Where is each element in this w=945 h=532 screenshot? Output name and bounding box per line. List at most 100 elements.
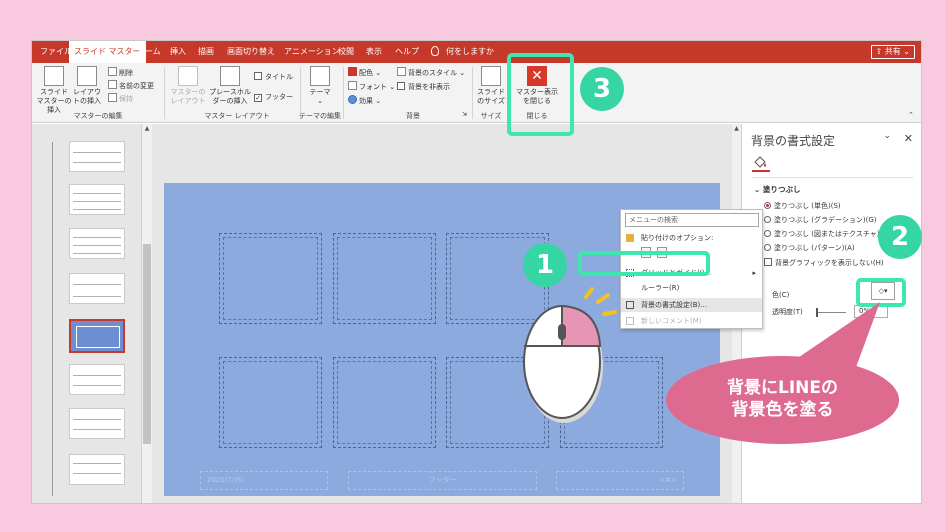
ribbon: スライド マスターの挿入 レイアウトの挿入 削除 名前の変更 保持 マスターの編… xyxy=(32,63,921,123)
fill-section-header[interactable]: ⌄ 塗りつぶし xyxy=(754,184,800,195)
pane-options-chevron-icon[interactable]: ⌄ xyxy=(883,131,891,141)
background-styles-dropdown[interactable]: 背景のスタイル ⌄ xyxy=(397,67,465,79)
tab-file[interactable]: ファイル xyxy=(40,41,72,63)
highlight-close-master xyxy=(507,53,574,136)
group-label-master-layout: マスター レイアウト xyxy=(204,112,270,120)
share-button[interactable]: ⇪ 共有 ⌄ xyxy=(870,45,915,59)
fill-pattern-radio[interactable]: 塗りつぶし (パターン)(A) xyxy=(764,242,855,254)
hide-background-graphics-checkbox[interactable]: 背景グラフィックを表示しない(H) xyxy=(764,257,884,269)
footer-checkbox[interactable]: ✓ フッター xyxy=(254,91,293,103)
radio-empty-icon xyxy=(764,230,771,237)
tab-view[interactable]: 表示 xyxy=(366,41,382,63)
layout-thumbnail[interactable] xyxy=(69,228,125,259)
title-checkbox-label: タイトル xyxy=(265,73,293,81)
group-label-size: サイズ xyxy=(480,112,502,120)
slide-thumbnail-pane xyxy=(32,124,142,503)
tab-home[interactable]: ホーム xyxy=(137,41,161,63)
insert-placeholder-button[interactable]: プレースホルダーの挿入 xyxy=(208,66,252,106)
pane-close-icon[interactable]: ✕ xyxy=(904,132,913,145)
layout-thumbnail[interactable] xyxy=(69,184,125,215)
step-3-badge: 3 xyxy=(580,67,624,111)
footer-checkbox-label: フッター xyxy=(265,93,293,101)
tab-review[interactable]: 校閲 xyxy=(338,41,354,63)
mouse-right-click-icon xyxy=(523,287,617,423)
colors-dropdown[interactable]: 配色 ⌄ xyxy=(348,67,381,79)
thumbnail-scrollbar[interactable]: ▲ xyxy=(142,124,152,503)
content-placeholder[interactable] xyxy=(219,357,322,448)
scroll-up-icon[interactable]: ▲ xyxy=(142,124,152,134)
colors-label: 配色 xyxy=(359,69,373,77)
master-layout-icon xyxy=(178,66,198,86)
fonts-label: フォント xyxy=(359,83,387,91)
collapse-ribbon-icon[interactable]: ⌃ xyxy=(908,109,914,121)
fonts-dropdown[interactable]: フォント ⌄ xyxy=(348,81,395,93)
master-layout-button: マスターのレイアウト xyxy=(170,66,206,106)
fill-picture-radio[interactable]: 塗りつぶし (図またはテクスチャ)(P) xyxy=(764,228,889,240)
scroll-up-icon[interactable]: ▲ xyxy=(732,124,741,134)
fill-gradient-radio[interactable]: 塗りつぶし (グラデーション)(G) xyxy=(764,214,877,226)
tab-transitions[interactable]: 画面切り替え xyxy=(227,41,275,63)
group-label-master-edit: マスターの編集 xyxy=(73,112,123,120)
instruction-callout: 背景にLINEの 背景色を塗る xyxy=(666,356,899,444)
content-placeholder[interactable] xyxy=(333,233,436,324)
theme-button[interactable]: テーマ ⌄ xyxy=(306,66,334,106)
thumbnail-grid-preview xyxy=(76,326,120,348)
paste-options-text: 貼り付けのオプション: xyxy=(641,234,714,242)
preserve-icon xyxy=(108,93,117,102)
tab-draw[interactable]: 描画 xyxy=(198,41,214,63)
menu-item-ruler[interactable]: ルーラー(R) xyxy=(621,281,762,295)
fill-solid-radio[interactable]: 塗りつぶし (単色)(S) xyxy=(764,200,841,212)
context-menu-search[interactable]: メニューの検索 xyxy=(625,213,759,227)
insert-placeholder-label: プレースホルダーの挿入 xyxy=(209,88,251,105)
lightbulb-icon xyxy=(431,46,439,56)
slide-number-placeholder[interactable]: <#> xyxy=(556,471,684,490)
tab-animations[interactable]: アニメーション xyxy=(284,41,340,63)
layout-thumbnail[interactable] xyxy=(69,408,125,439)
dialog-launcher-icon[interactable]: ⇲ xyxy=(462,109,467,121)
radio-empty-icon xyxy=(764,244,771,251)
preserve-button[interactable]: 保持 xyxy=(108,93,133,105)
fill-section-label: 塗りつぶし xyxy=(762,185,801,194)
content-placeholder[interactable] xyxy=(219,233,322,324)
tell-me-search[interactable]: 何をしますか xyxy=(446,41,494,63)
callout-text-line-2: 背景色を塗る xyxy=(731,400,834,420)
insert-layout-button[interactable]: レイアウトの挿入 xyxy=(72,66,102,106)
step-1-badge: 1 xyxy=(523,243,567,287)
insert-slide-master-button[interactable]: スライド マスターの挿入 xyxy=(36,66,72,115)
paint-bucket-icon xyxy=(754,156,766,168)
effects-dropdown[interactable]: 効果 ⌄ xyxy=(348,95,381,107)
menu-item-format-background[interactable]: 背景の書式設定(B)... xyxy=(621,298,762,312)
hide-background-checkbox[interactable]: 背景を非表示 xyxy=(397,81,450,93)
menu-item-new-comment[interactable]: 新しいコメント(M) xyxy=(621,314,762,328)
background-style-icon xyxy=(397,67,406,76)
layout-thumbnail[interactable] xyxy=(69,454,125,485)
layout-thumbnail[interactable] xyxy=(69,273,125,304)
fill-tab[interactable] xyxy=(752,155,770,172)
rename-label: 名前の変更 xyxy=(119,82,154,90)
delete-button[interactable]: 削除 xyxy=(108,67,133,79)
slide-size-button[interactable]: スライドのサイズ xyxy=(476,66,506,106)
color-palette-icon xyxy=(348,67,357,76)
pane-divider xyxy=(752,177,913,178)
hide-background-graphics-label: 背景グラフィックを表示しない(H) xyxy=(775,259,884,267)
layout-thumbnail[interactable] xyxy=(69,364,125,395)
content-placeholder[interactable] xyxy=(333,357,436,448)
tab-insert[interactable]: 挿入 xyxy=(170,41,186,63)
tab-help[interactable]: ヘルプ xyxy=(395,41,419,63)
scrollbar-thumb[interactable] xyxy=(143,244,151,444)
insert-layout-label: レイアウトの挿入 xyxy=(73,88,101,105)
rename-button[interactable]: 名前の変更 xyxy=(108,80,154,92)
title-checkbox[interactable]: タイトル xyxy=(254,71,293,83)
footer-placeholder[interactable]: フッター xyxy=(348,471,537,490)
radio-selected-icon xyxy=(764,202,771,209)
layout-thumbnail[interactable] xyxy=(69,141,125,172)
checkbox-checked-icon: ✓ xyxy=(254,94,262,102)
checkbox-empty-icon xyxy=(397,82,405,90)
group-separator xyxy=(164,67,165,119)
layout-thumbnail-selected[interactable] xyxy=(69,319,125,353)
date-placeholder[interactable]: 2020/7/30 xyxy=(200,471,328,490)
tab-slide-master[interactable]: スライド マスター xyxy=(69,41,146,63)
group-label-theme-edit: テーマの編集 xyxy=(299,112,341,120)
slide-size-label: スライドのサイズ xyxy=(477,88,505,105)
theme-label: テーマ xyxy=(309,88,331,96)
